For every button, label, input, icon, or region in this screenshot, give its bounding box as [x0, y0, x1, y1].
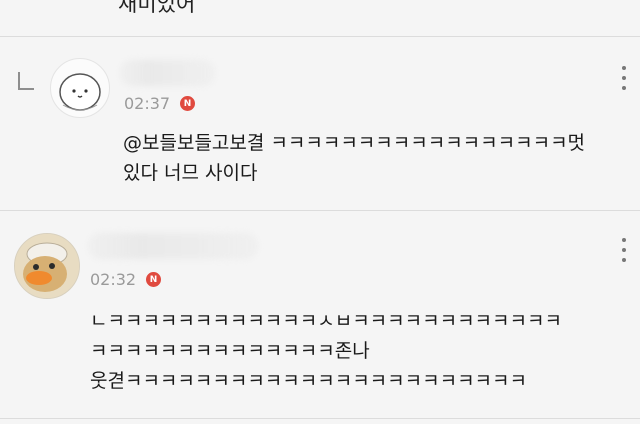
divider: [0, 36, 640, 37]
nickname-redacted: [120, 60, 215, 86]
comment-text: ㄴㅋㅋㅋㅋㅋㅋㅋㅋㅋㅋㅋㅋㅅㅂㅋㅋㅋㅋㅋㅋㅋㅋㅋㅋㅋㅋ ㅋㅋㅋㅋㅋㅋㅋㅋㅋㅋㅋㅋㅋ…: [90, 306, 562, 396]
avatar-character-icon: [15, 234, 79, 298]
more-options-icon[interactable]: [616, 66, 632, 90]
new-badge-icon: N: [180, 96, 195, 111]
comment-time: 02:37: [124, 94, 171, 113]
nickname-redacted: [88, 233, 258, 259]
avatar[interactable]: [14, 233, 80, 299]
divider: [0, 210, 640, 211]
comment-line: 있다 너므 사이다: [123, 162, 258, 184]
comment-line: @보들보들고보결 ㅋㅋㅋㅋㅋㅋㅋㅋㅋㅋㅋㅋㅋㅋㅋㅋㅋ멋: [123, 132, 586, 154]
more-options-icon[interactable]: [616, 238, 632, 262]
comment-time: 02:32: [90, 270, 137, 289]
avatar[interactable]: [50, 58, 110, 118]
reply-arrow-icon: [18, 72, 34, 90]
comment-line: 웃겯ㅋㅋㅋㅋㅋㅋㅋㅋㅋㅋㅋㅋㅋㅋㅋㅋㅋㅋㅋㅋㅋㅋㅋ: [90, 370, 528, 392]
previous-comment-tail: 재미있어: [118, 0, 196, 16]
comment-line: ㄴㅋㅋㅋㅋㅋㅋㅋㅋㅋㅋㅋㅋㅅㅂㅋㅋㅋㅋㅋㅋㅋㅋㅋㅋㅋㅋ: [90, 310, 562, 332]
divider: [0, 418, 640, 419]
avatar-face-icon: [59, 73, 101, 111]
comment-line: ㅋㅋㅋㅋㅋㅋㅋㅋㅋㅋㅋㅋㅋㅋ존나: [90, 340, 370, 362]
new-badge-icon: N: [146, 272, 161, 287]
comment-text: @보들보들고보결 ㅋㅋㅋㅋㅋㅋㅋㅋㅋㅋㅋㅋㅋㅋㅋㅋㅋ멋있다 너므 사이다: [123, 128, 585, 188]
